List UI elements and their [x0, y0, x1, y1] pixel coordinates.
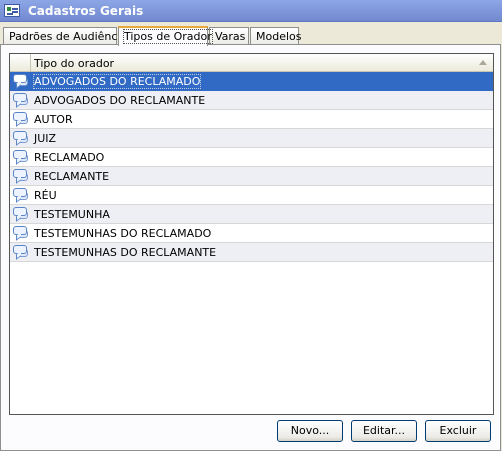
tab-label: Tipos de Orador — [123, 29, 213, 44]
row-label: RECLAMADO — [34, 151, 105, 164]
speech-bubbles-icon — [10, 72, 31, 90]
tab-varas[interactable]: Varas — [209, 27, 249, 44]
speech-bubbles-icon — [10, 167, 31, 185]
tab-label: Modelos — [256, 30, 302, 43]
speech-bubbles-icon — [10, 224, 31, 242]
tab-label: Varas — [215, 30, 246, 43]
speech-bubbles-icon — [10, 243, 31, 261]
speech-bubbles-icon — [10, 129, 31, 147]
column-header-tipo-do-orador[interactable]: Tipo do orador — [34, 57, 114, 70]
row-label: RECLAMANTE — [34, 170, 110, 183]
window-title: Cadastros Gerais — [28, 4, 144, 18]
row-label: ADVOGADOS DO RECLAMADO — [32, 74, 202, 89]
row-label: TESTEMUNHAS DO RECLAMANTE — [34, 246, 217, 259]
table-row[interactable]: TESTEMUNHAS DO RECLAMADO — [10, 224, 493, 243]
tab-padroes-de-audiencia[interactable]: Padrões de Audiência — [3, 27, 127, 44]
tab-tipos-de-orador[interactable]: Tipos de Orador — [118, 26, 213, 46]
table-row[interactable]: ADVOGADOS DO RECLAMADO — [10, 72, 493, 91]
row-label: TESTEMUNHA — [34, 208, 110, 221]
table-row[interactable]: TESTEMUNHAS DO RECLAMANTE — [10, 243, 493, 262]
speech-bubbles-icon — [10, 148, 31, 166]
row-label: ADVOGADOS DO RECLAMANTE — [34, 94, 206, 107]
table-row[interactable]: RECLAMANTE — [10, 167, 493, 186]
row-label: AUTOR — [34, 113, 73, 126]
tab-strip: Padrões de Audiência Tipos de Orador Var… — [0, 26, 502, 46]
speech-bubbles-icon — [10, 186, 31, 204]
tab-label: Padrões de Audiência — [9, 30, 128, 43]
speech-bubbles-icon — [10, 91, 31, 109]
tab-modelos[interactable]: Modelos — [250, 27, 302, 44]
window-title-bar[interactable]: Cadastros Gerais — [0, 0, 502, 22]
edit-button[interactable]: Editar... — [351, 420, 417, 442]
delete-button[interactable]: Excluir — [425, 420, 491, 442]
table-row[interactable]: JUIZ — [10, 129, 493, 148]
speaker-types-table[interactable]: Tipo do orador ADVOGADOS DO RECLAMADO AD… — [9, 53, 494, 415]
table-row[interactable]: RÉU — [10, 186, 493, 205]
table-header: Tipo do orador — [10, 54, 493, 72]
row-label: JUIZ — [34, 132, 57, 145]
speech-bubbles-icon — [10, 110, 31, 128]
row-label: TESTEMUNHAS DO RECLAMADO — [34, 227, 212, 240]
sort-ascending-icon — [479, 60, 487, 65]
table-row[interactable]: AUTOR — [10, 110, 493, 129]
table-row[interactable]: ADVOGADOS DO RECLAMANTE — [10, 91, 493, 110]
table-row[interactable]: TESTEMUNHA — [10, 205, 493, 224]
table-row[interactable]: RECLAMADO — [10, 148, 493, 167]
speech-bubbles-icon — [10, 205, 31, 223]
new-button[interactable]: Novo... — [277, 420, 343, 442]
row-label: RÉU — [34, 189, 57, 202]
app-icon — [4, 4, 20, 17]
header-corner — [10, 54, 31, 71]
